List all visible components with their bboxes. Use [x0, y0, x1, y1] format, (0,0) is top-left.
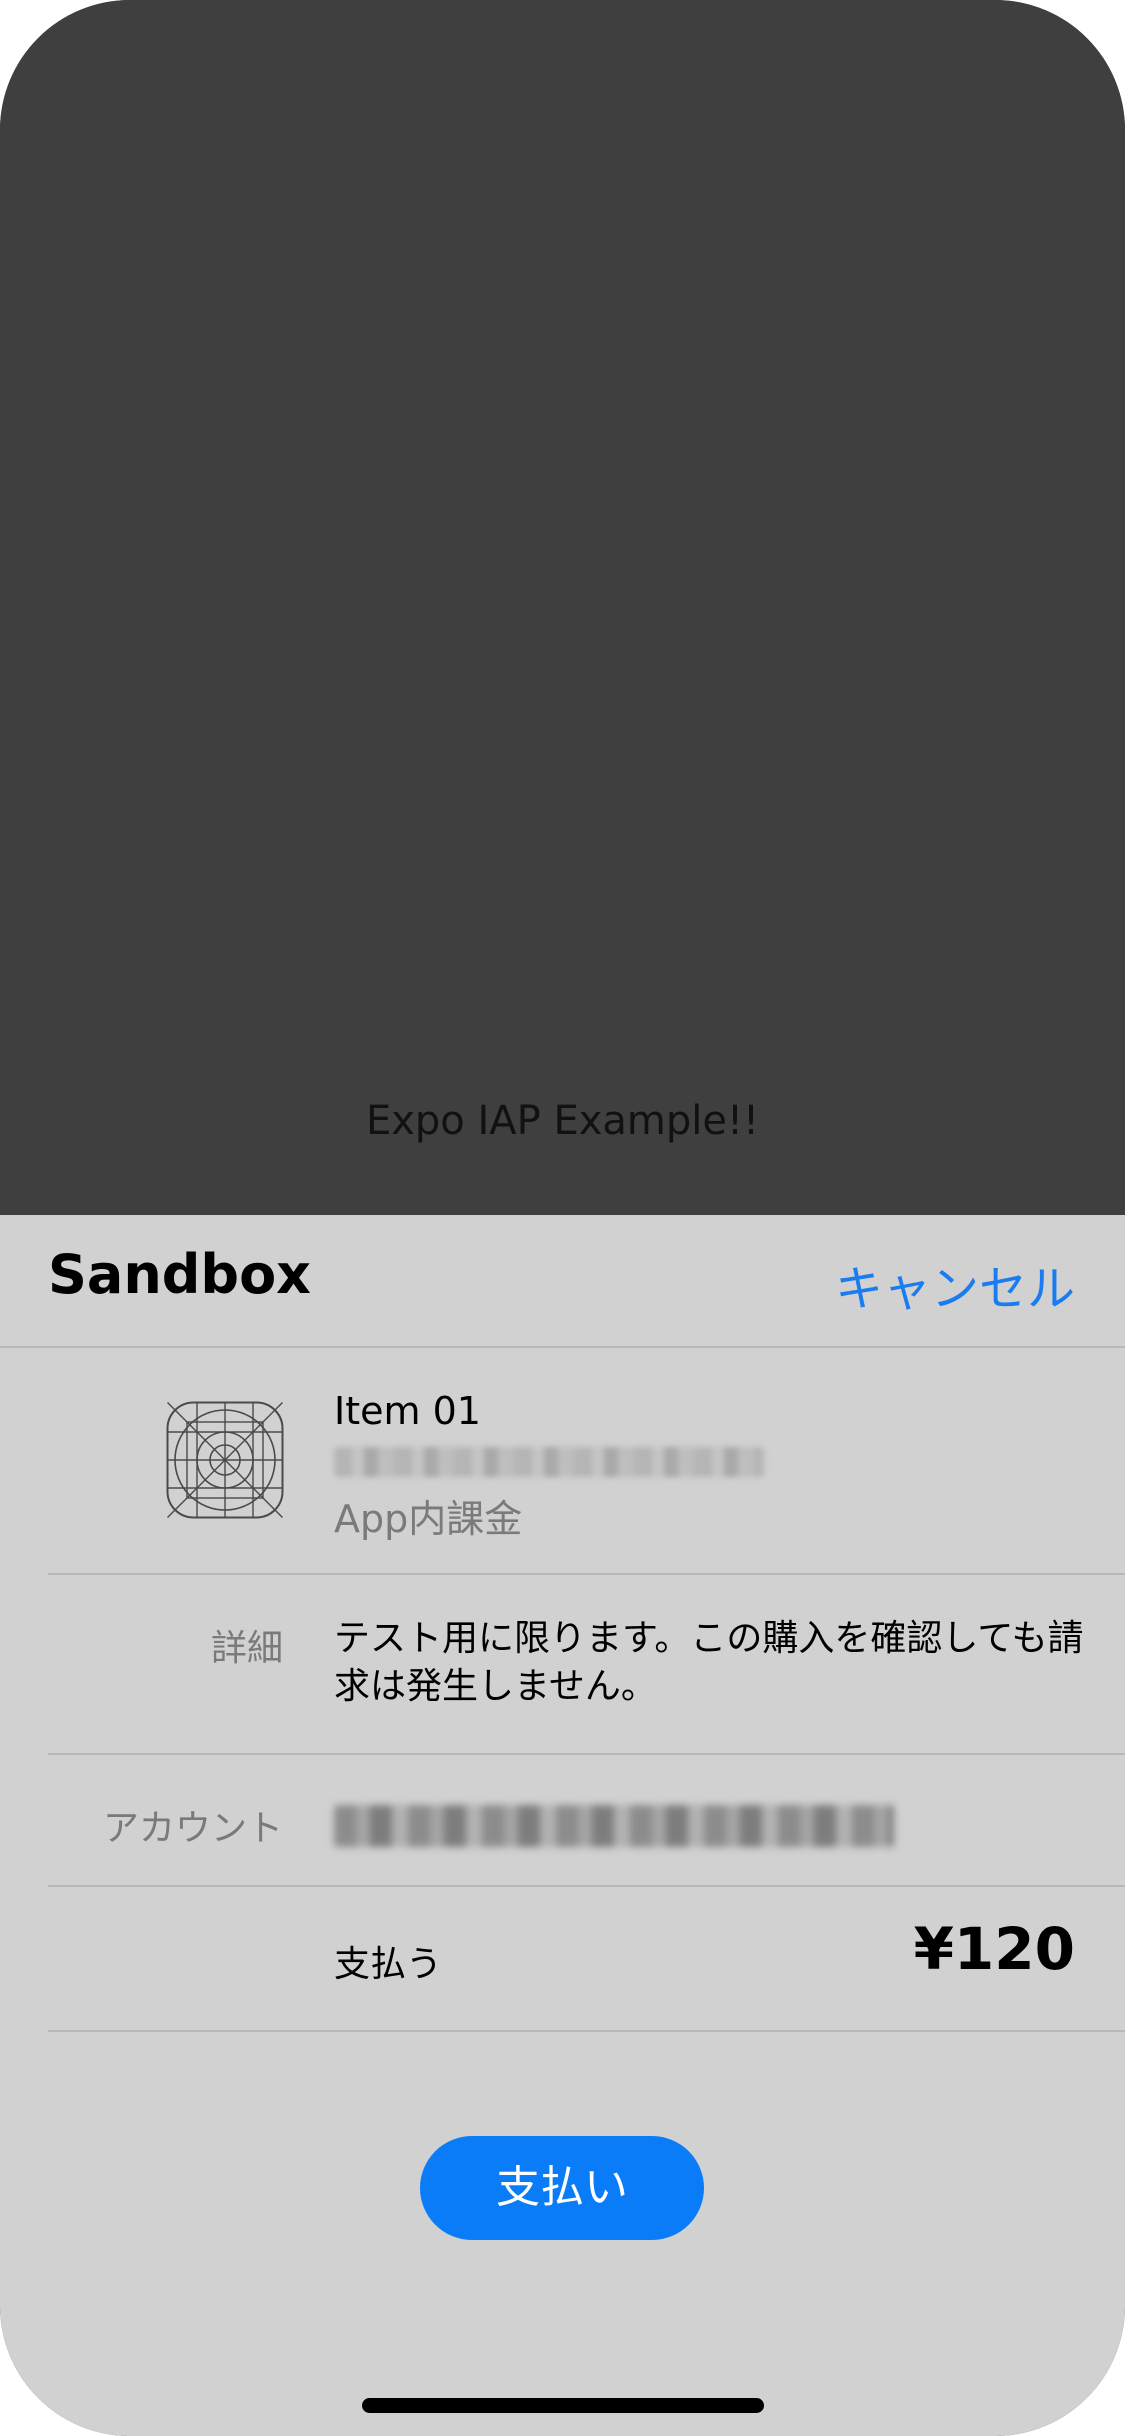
sheet-title: Sandbox	[48, 1243, 312, 1306]
detail-divider	[48, 1753, 1125, 1755]
payment-label: 支払う	[334, 1944, 443, 1985]
pay-button[interactable]: 支払い	[420, 2136, 704, 2240]
app-icon-placeholder-icon	[166, 1401, 284, 1519]
detail-label: 詳細	[210, 1628, 283, 1669]
detail-text: テスト用に限ります。この購入を確認しても請求は発生しません。	[334, 1618, 1084, 1707]
sheet-header: Sandbox キャンセル	[0, 1215, 1125, 1347]
item-identifier-redacted	[334, 1447, 764, 1477]
app-background: Expo IAP Example!!	[0, 0, 1125, 1215]
item-type: App内課金	[334, 1497, 523, 1541]
account-label: アカウント	[102, 1808, 283, 1849]
home-indicator[interactable]	[362, 2398, 764, 2413]
item-divider	[48, 1573, 1125, 1575]
price: ¥120	[913, 1915, 1075, 1983]
cancel-button[interactable]: キャンセル	[835, 1249, 1075, 1319]
header-divider	[0, 1346, 1125, 1348]
account-value-redacted	[334, 1805, 894, 1847]
app-title: Expo IAP Example!!	[365, 1098, 760, 1144]
purchase-sheet: Sandbox キャンセル Item 01 App内課金 詳細 テスト用に限りま…	[0, 1215, 1125, 2436]
item-name: Item 01	[334, 1389, 481, 1433]
account-divider	[48, 1885, 1125, 1887]
phone-screen: Expo IAP Example!! Sandbox キャンセル Item 01…	[0, 0, 1125, 2436]
payment-divider	[48, 2030, 1125, 2032]
